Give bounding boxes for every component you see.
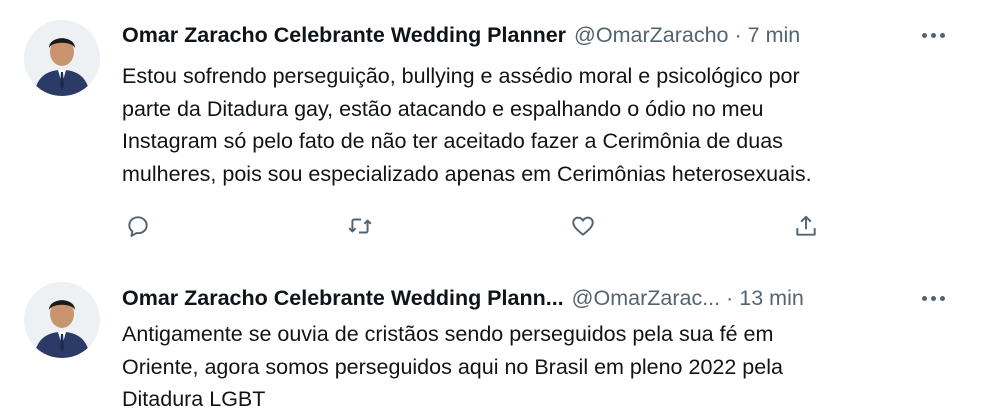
- avatar-image: [24, 282, 100, 358]
- tweet-text-line: parte da Ditadura gay, estão atacando e …: [122, 96, 764, 121]
- timestamp[interactable]: 7 min: [748, 18, 801, 52]
- tweet-text-line: mulheres, pois sou especializado apenas …: [122, 161, 812, 186]
- tweet-header: Omar Zaracho Celebrante Wedding Planner …: [122, 18, 800, 52]
- author-name[interactable]: Omar Zaracho Celebrante Wedding Plann...: [122, 281, 564, 315]
- avatar[interactable]: [24, 20, 100, 96]
- tweet-text: Antigamente se ouvia de cristãos sendo p…: [122, 318, 952, 416]
- more-icon[interactable]: [916, 18, 950, 52]
- retweet-button[interactable]: [340, 206, 380, 246]
- heart-icon: [572, 216, 594, 236]
- reply-button[interactable]: [118, 206, 158, 246]
- tweet-text-line: Antigamente se ouvia de cristãos sendo p…: [122, 322, 774, 346]
- author-handle[interactable]: @OmarZaracho: [574, 18, 728, 52]
- avatar[interactable]: [24, 282, 100, 358]
- separator: ·: [726, 286, 734, 310]
- separator: ·: [734, 23, 742, 47]
- timestamp[interactable]: 13 min: [739, 281, 804, 315]
- share-button[interactable]: [786, 206, 826, 246]
- retweet-icon: [348, 218, 372, 234]
- tweet-text: Estou sofrendo perseguição, bullying e a…: [122, 60, 952, 190]
- share-icon: [796, 215, 816, 236]
- author-name[interactable]: Omar Zaracho Celebrante Wedding Planner: [122, 18, 566, 52]
- tweet-text-line: Estou sofrendo perseguição, bullying e a…: [122, 64, 800, 88]
- tweet-header: Omar Zaracho Celebrante Wedding Plann...…: [122, 281, 804, 315]
- more-icon[interactable]: [916, 281, 950, 315]
- avatar-image: [24, 20, 100, 96]
- tweet[interactable]: Omar Zaracho Celebrante Wedding Planner …: [0, 0, 984, 262]
- like-button[interactable]: [563, 206, 603, 246]
- tweet-text-line: Ditadura LGBT: [122, 387, 266, 411]
- tweet-text-line: Oriente, agora somos perseguidos aqui no…: [122, 354, 783, 379]
- author-handle[interactable]: @OmarZarac...: [572, 281, 720, 315]
- tweet-text-line: Instagram só pelo fato de não ter aceita…: [122, 129, 783, 153]
- reply-icon: [128, 216, 148, 237]
